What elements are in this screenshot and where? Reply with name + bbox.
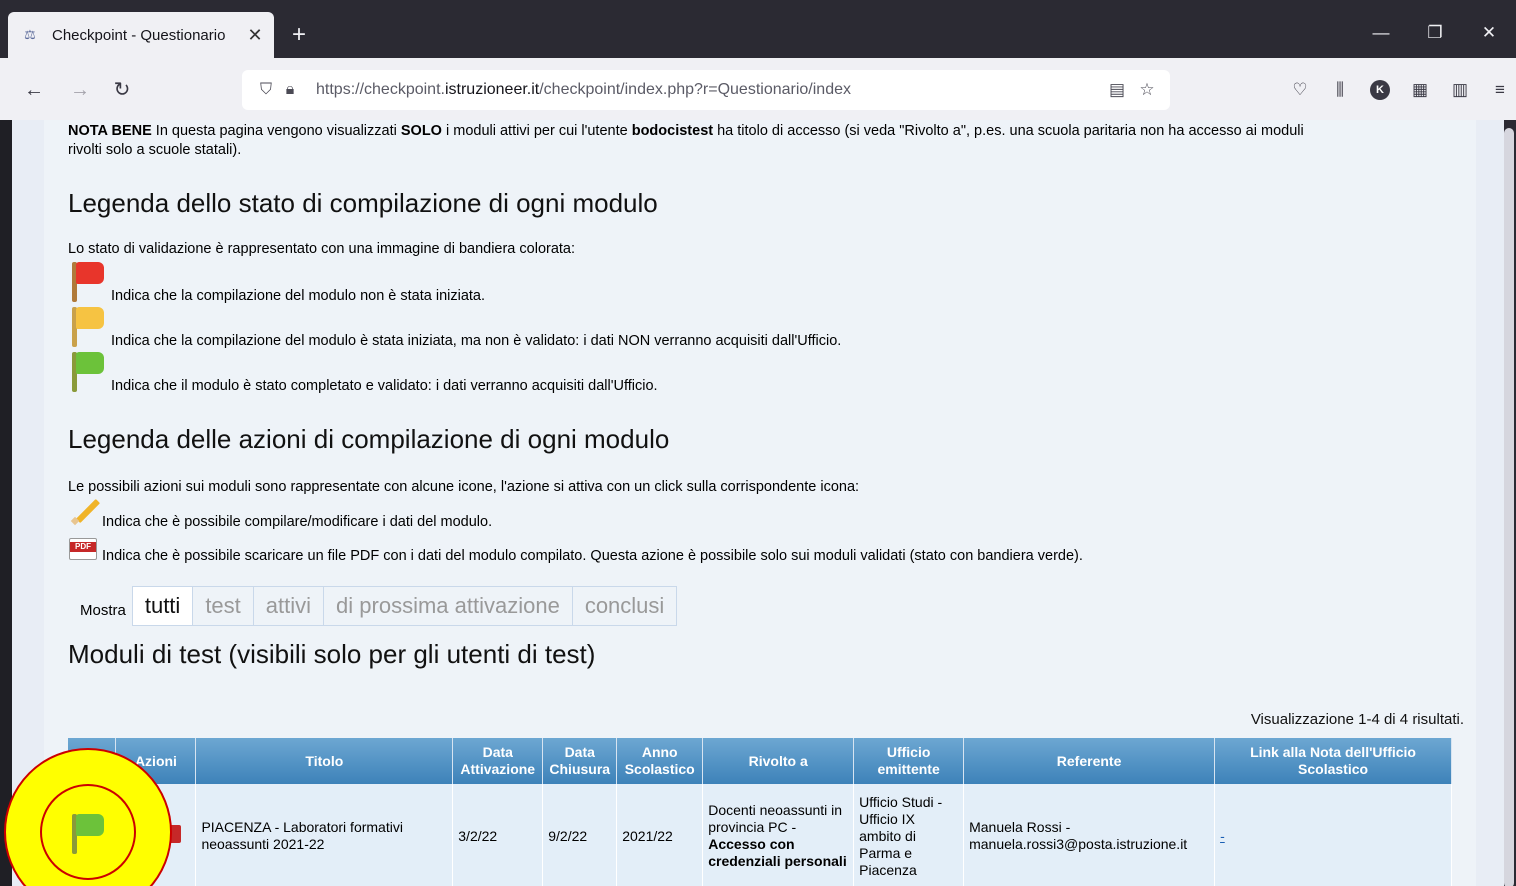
filter-tutti[interactable]: tutti (131, 586, 194, 626)
browser-tab[interactable]: ⚖ Checkpoint - Questionario ✕ (8, 12, 274, 58)
legend-actions-heading: Legenda delle azioni di compilazione di … (68, 424, 670, 454)
legend-red-text: Indica che la compilazione del modulo no… (111, 288, 486, 304)
row-referente: Manuela Rossi - manuela.rossi3@posta.ist… (963, 784, 1216, 886)
lock-icon[interactable]: 🔒︎ (280, 81, 300, 99)
filter-conclusi[interactable]: conclusi (572, 586, 678, 626)
tab-title: Checkpoint - Questionario (52, 26, 226, 44)
col-header-ufficio-emittente[interactable]: Ufficio emittente (853, 738, 965, 784)
modules-table: Azioni Titolo Data Attivazione Data Chiu… (68, 738, 1452, 886)
navigation-toolbar: ← → ↻ ⛉ 🔒︎ https://checkpoint.istruzione… (0, 58, 1516, 120)
row-data-attivazione: 3/2/22 (452, 784, 544, 886)
legend-actions-intro: Le possibili azioni sui moduli sono rapp… (68, 479, 860, 495)
pencil-icon (68, 496, 101, 526)
reload-icon[interactable]: ↻ (110, 78, 134, 102)
barcode-extension-icon[interactable]: ▥ (1440, 78, 1480, 102)
row-titolo: PIACENZA - Laboratori formativi neoassun… (195, 784, 454, 886)
col-header-titolo[interactable]: Titolo (195, 738, 454, 784)
toolbar-icons: ♡ ⫼ K ▦ ▥ ≡ (1280, 78, 1516, 102)
legend-pdf-text: Indica che è possibile scaricare un file… (102, 548, 1083, 564)
row-rivolto-a: Docenti neoassunti in provincia PC - Acce… (702, 784, 855, 886)
address-bar[interactable]: ⛉ 🔒︎ https://checkpoint.istruzioneer.it/… (242, 70, 1170, 110)
filter-label: Mostra (80, 601, 126, 619)
filter-prossima-attivazione[interactable]: di prossima attivazione (324, 586, 573, 626)
row-anno-scolastico: 2021/22 (616, 784, 704, 886)
table-header-row: Azioni Titolo Data Attivazione Data Chiu… (68, 738, 1452, 784)
reader-view-icon[interactable]: ▤ (1102, 80, 1132, 100)
row-ufficio-emittente: Ufficio Studi - Ufficio IX ambito di Par… (853, 784, 965, 886)
pdf-icon: PDF (69, 538, 97, 560)
pocket-icon[interactable]: ♡ (1280, 78, 1320, 102)
scrollbar[interactable] (1502, 120, 1516, 886)
col-header-referente[interactable]: Referente (963, 738, 1216, 784)
yellow-flag-icon (70, 305, 106, 347)
col-header-rivolto-a[interactable]: Rivolto a (702, 738, 855, 784)
maximize-icon[interactable]: ❐ (1408, 18, 1462, 48)
notice-text: NOTA BENE In questa pagina vengono visua… (68, 123, 1304, 158)
legend-edit-text: Indica che è possibile compilare/modific… (102, 514, 493, 530)
library-icon[interactable]: ⫼ (1320, 78, 1360, 102)
results-summary: Visualizzazione 1-4 di 4 risultati. (1250, 711, 1464, 728)
filter-test[interactable]: test (193, 586, 254, 626)
url-text[interactable]: https://checkpoint.istruzioneer.it/check… (316, 81, 1102, 99)
table-row: PIACENZA - Laboratori formativi neoassun… (68, 784, 1452, 886)
row-green-flag-icon[interactable] (70, 812, 106, 854)
grid-extension-icon[interactable]: ▦ (1400, 78, 1440, 102)
tab-close-icon[interactable]: ✕ (242, 25, 268, 46)
red-flag-icon (70, 260, 106, 302)
legend-green-text: Indica che il modulo è stato completato … (111, 378, 658, 394)
account-avatar[interactable]: K (1370, 80, 1390, 100)
nota-link[interactable]: - (1220, 828, 1225, 844)
legend-yellow-text: Indica che la compilazione del modulo è … (111, 333, 842, 349)
col-header-data-attivazione[interactable]: Data Attivazione (452, 738, 544, 784)
col-header-data-chiusura[interactable]: Data Chiusura (542, 738, 618, 784)
page-viewport: NOTA BENE In questa pagina vengono visua… (12, 120, 1504, 886)
legend-status-heading: Legenda dello stato di compilazione di o… (68, 188, 658, 218)
page-content: NOTA BENE In questa pagina vengono visua… (44, 120, 1476, 886)
close-window-icon[interactable]: ✕ (1462, 18, 1516, 48)
forward-arrow-icon[interactable]: → (68, 78, 92, 102)
section-title: Moduli di test (visibili solo per gli ut… (68, 639, 596, 669)
row-link-nota: - (1214, 784, 1452, 886)
green-flag-icon (70, 350, 106, 392)
site-favicon-icon: ⚖ (24, 27, 36, 42)
bookmark-star-icon[interactable]: ☆ (1132, 80, 1162, 100)
row-data-chiusura: 9/2/22 (542, 784, 618, 886)
legend-status-intro: Lo stato di validazione è rappresentato … (68, 241, 576, 257)
col-header-anno-scolastico[interactable]: Anno Scolastico (616, 738, 704, 784)
menu-hamburger-icon[interactable]: ≡ (1480, 78, 1516, 102)
back-arrow-icon[interactable]: ← (22, 78, 46, 102)
new-tab-button[interactable]: + (288, 22, 310, 48)
highlight-inner-circle (40, 784, 136, 880)
scrollbar-thumb[interactable] (1504, 128, 1514, 886)
minimize-icon[interactable]: — (1354, 18, 1408, 48)
filter-tabs: Mostra tutti test attivi di prossima att… (80, 585, 678, 627)
tracking-shield-icon[interactable]: ⛉ (256, 81, 276, 99)
col-header-link-nota[interactable]: Link alla Nota dell'Ufficio Scolastico (1214, 738, 1452, 784)
filter-attivi[interactable]: attivi (253, 586, 325, 626)
window-controls: — ❐ ✕ (1354, 18, 1516, 48)
